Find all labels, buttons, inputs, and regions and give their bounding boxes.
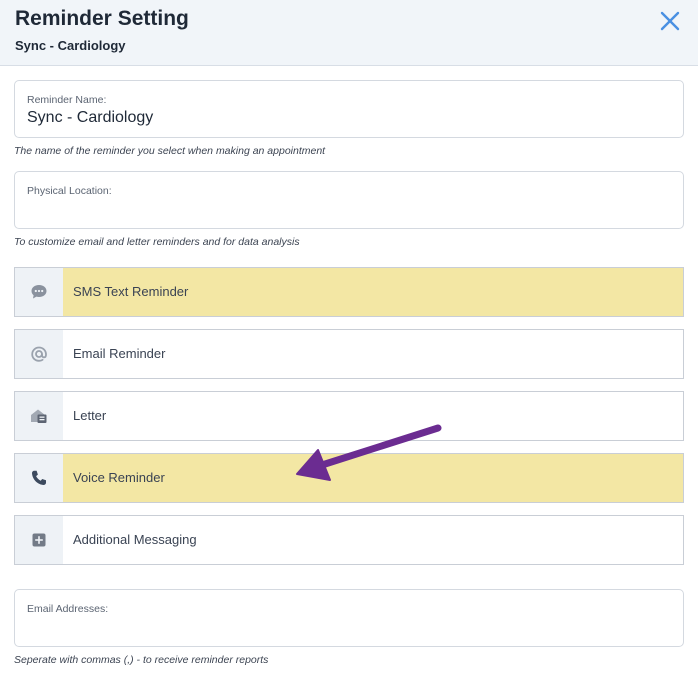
email-addresses-field[interactable]: Email Addresses: xyxy=(14,589,684,647)
option-label: Additional Messaging xyxy=(73,532,197,547)
option-label: Letter xyxy=(73,408,107,423)
physical-location-hint: To customize email and letter reminders … xyxy=(14,236,300,248)
option-label: Voice Reminder xyxy=(73,470,165,485)
mailbox-icon xyxy=(31,409,47,423)
option-icon-cell xyxy=(15,516,63,564)
email-addresses-label: Email Addresses: xyxy=(27,603,109,615)
option-label: SMS Text Reminder xyxy=(73,284,189,299)
option-icon-cell xyxy=(15,330,63,378)
option-sms-text-reminder[interactable]: SMS Text Reminder xyxy=(14,267,684,317)
close-icon xyxy=(660,11,680,31)
option-label: Email Reminder xyxy=(73,346,166,361)
option-additional-messaging[interactable]: Additional Messaging xyxy=(14,515,684,565)
reminder-name-value[interactable]: Sync - Cardiology xyxy=(27,109,153,127)
option-voice-reminder[interactable]: Voice Reminder xyxy=(14,453,684,503)
dialog-header: Reminder Setting Sync - Cardiology xyxy=(0,0,698,66)
phone-icon xyxy=(32,470,46,485)
reminder-name-label: Reminder Name: xyxy=(27,94,107,106)
chat-bubble-icon xyxy=(31,285,47,299)
close-button[interactable] xyxy=(657,8,683,34)
plus-square-icon xyxy=(32,533,46,547)
dialog-subtitle: Sync - Cardiology xyxy=(15,38,126,53)
option-letter[interactable]: Letter xyxy=(14,391,684,441)
option-icon-cell xyxy=(15,268,63,316)
option-icon-cell xyxy=(15,454,63,502)
physical-location-field[interactable]: Physical Location: xyxy=(14,171,684,229)
option-icon-cell xyxy=(15,392,63,440)
email-addresses-hint: Seperate with commas (,) - to receive re… xyxy=(14,654,269,666)
reminder-name-field[interactable]: Reminder Name: Sync - Cardiology xyxy=(14,80,684,138)
physical-location-label: Physical Location: xyxy=(27,185,112,197)
option-email-reminder[interactable]: Email Reminder xyxy=(14,329,684,379)
dialog-title: Reminder Setting xyxy=(15,7,189,30)
reminder-name-hint: The name of the reminder you select when… xyxy=(14,145,326,157)
at-sign-icon xyxy=(31,346,47,362)
